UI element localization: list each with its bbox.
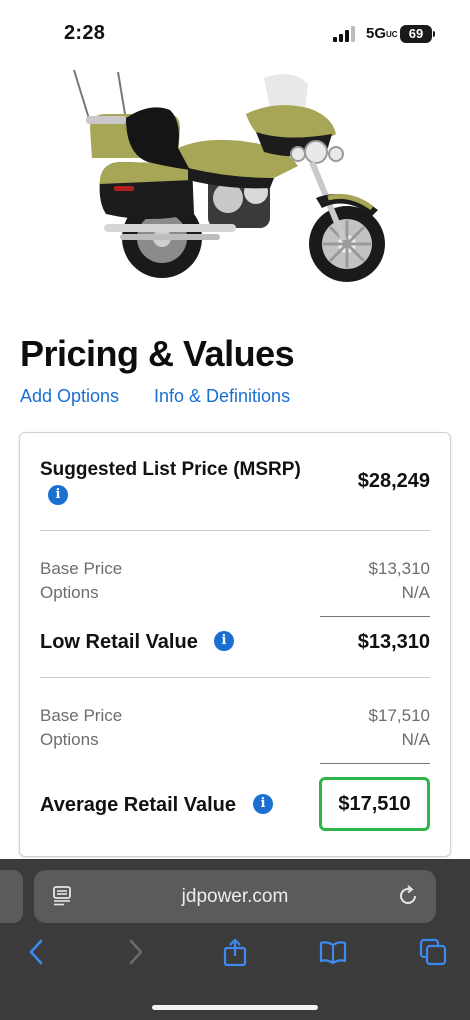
msrp-info-icon[interactable]: i: [48, 485, 68, 505]
low-retail-title: Low Retail Value: [40, 631, 198, 653]
reload-icon[interactable]: [396, 884, 420, 908]
motorcycle-image: [73, 69, 385, 282]
bookmarks-icon[interactable]: [318, 937, 348, 967]
pricing-card: Suggested List Price (MSRP) i $28,249 Ba…: [19, 432, 451, 857]
add-options-link[interactable]: Add Options: [20, 386, 119, 407]
back-icon[interactable]: [22, 937, 52, 967]
avg-options-value: N/A: [401, 730, 430, 749]
low-retail-value: $13,310: [357, 631, 430, 653]
low-retail-info-icon[interactable]: i: [214, 631, 234, 651]
share-icon[interactable]: [220, 937, 250, 967]
low-options-label: Options: [40, 583, 99, 602]
avg-base-price-label: Base Price: [40, 706, 123, 725]
avg-retail-title: Average Retail Value: [40, 794, 237, 816]
divider: [40, 677, 430, 678]
low-base-price-value: $13,310: [368, 559, 430, 578]
avg-options-label: Options: [40, 730, 99, 749]
avg-retail-info-icon[interactable]: i: [253, 794, 273, 814]
network-indicator: 5GUC: [366, 25, 398, 42]
forward-icon[interactable]: [120, 937, 150, 967]
msrp-label: Suggested List Price (MSRP): [40, 459, 301, 480]
address-bar[interactable]: jdpower.com: [34, 870, 436, 923]
subtotal-divider: [320, 763, 430, 764]
browser-toolbar: jdpower.com: [0, 859, 470, 1020]
info-definitions-link[interactable]: Info & Definitions: [154, 386, 290, 407]
status-time: 2:28: [64, 22, 106, 44]
page-title: Pricing & Values: [20, 333, 295, 374]
previous-tab-peek[interactable]: [0, 870, 23, 923]
home-indicator: [152, 1005, 318, 1010]
avg-retail-value: $17,510: [319, 777, 430, 831]
tabs-icon[interactable]: [418, 937, 448, 967]
subtotal-divider: [320, 616, 430, 617]
low-base-price-label: Base Price: [40, 559, 123, 578]
url-text: jdpower.com: [181, 886, 289, 907]
low-options-value: N/A: [401, 583, 430, 602]
msrp-value: $28,249: [357, 470, 430, 492]
divider: [40, 530, 430, 531]
battery-indicator: 69: [400, 25, 435, 43]
signal-icon: [333, 26, 355, 42]
avg-base-price-value: $17,510: [368, 706, 430, 725]
status-bar: 2:28 5GUC 69: [0, 0, 470, 62]
